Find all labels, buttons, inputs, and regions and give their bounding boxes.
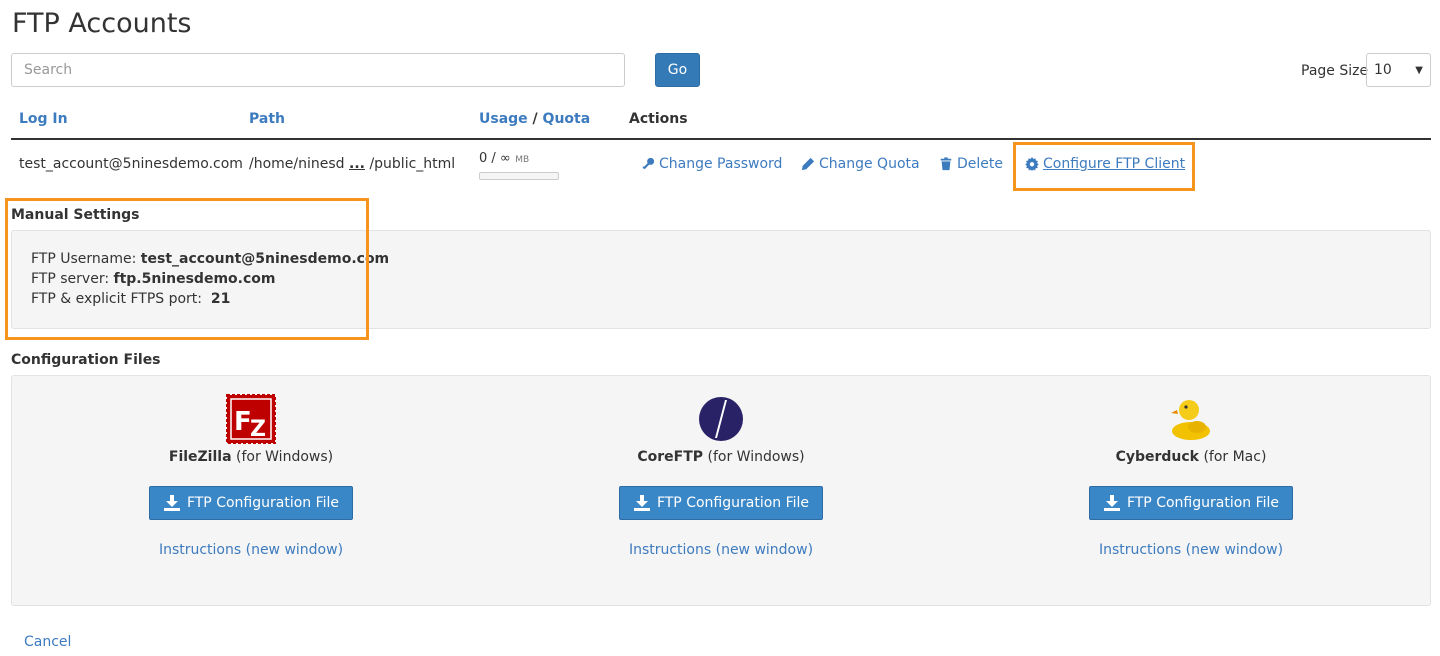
cyberduck-logo-icon	[1041, 395, 1341, 443]
client-name-cyberduck: Cyberduck (for Mac)	[1115, 449, 1267, 465]
trash-icon	[940, 157, 952, 171]
cell-login: test_account@5ninesdemo.com	[19, 156, 243, 172]
download-icon	[1103, 495, 1120, 511]
usage-value: 0 / ∞	[479, 151, 511, 166]
download-icon	[163, 495, 180, 511]
sort-usage-link[interactable]: Usage	[479, 111, 528, 127]
filezilla-config-download-button[interactable]: FTP Configuration File	[148, 486, 354, 520]
filezilla-logo-icon: F Z	[101, 394, 401, 444]
cancel-link[interactable]: Cancel	[24, 634, 71, 650]
cell-usage: 0 / ∞ MB	[479, 150, 529, 166]
column-header-login[interactable]: Log In	[19, 111, 68, 127]
cyberduck-config-download-button[interactable]: FTP Configuration File	[1088, 486, 1294, 520]
configuration-files-heading: Configuration Files	[11, 352, 161, 368]
coreftp-config-download-button[interactable]: FTP Configuration File	[618, 486, 824, 520]
usage-unit: MB	[515, 155, 530, 165]
cell-path: /home/ninesd ... /public_html	[249, 156, 455, 172]
client-filezilla: F Z FileZilla (for Windows) FTP Configur…	[101, 394, 401, 558]
highlight-box-configure	[1013, 142, 1195, 191]
pencil-icon	[801, 157, 815, 171]
column-header-usage-quota[interactable]: Usage / Quota	[479, 111, 590, 127]
delete-link[interactable]: Delete	[939, 156, 1003, 172]
client-name-coreftp: CoreFTP (for Windows)	[637, 449, 805, 465]
change-password-link[interactable]: Change Password	[641, 156, 782, 172]
svg-text:Z: Z	[250, 417, 266, 442]
caret-down-icon: ▼	[1415, 64, 1423, 76]
filezilla-instructions-link[interactable]: Instructions (new window)	[101, 542, 401, 558]
client-cyberduck: Cyberduck (for Mac) FTP Configuration Fi…	[1041, 395, 1341, 558]
go-button[interactable]: Go	[655, 53, 700, 87]
path-start: /home/ninesd	[249, 156, 345, 172]
page-size-select[interactable]: 10 ▼	[1366, 53, 1431, 87]
cyberduck-instructions-link[interactable]: Instructions (new window)	[1041, 542, 1341, 558]
page-size-label: Page Size	[1301, 63, 1369, 79]
search-input[interactable]	[11, 53, 625, 87]
usage-quota-separator: /	[532, 111, 538, 127]
usage-progress-bar	[479, 172, 559, 180]
key-icon	[642, 157, 655, 170]
coreftp-instructions-link[interactable]: Instructions (new window)	[571, 542, 871, 558]
change-quota-link[interactable]: Change Quota	[801, 156, 920, 172]
client-coreftp: CoreFTP (for Windows) FTP Configuration …	[571, 395, 871, 558]
column-header-path[interactable]: Path	[249, 111, 285, 127]
path-end: /public_html	[369, 156, 456, 172]
client-name-filezilla: FileZilla (for Windows)	[168, 449, 334, 465]
path-expand-link[interactable]: ...	[349, 156, 365, 172]
page-title: FTP Accounts	[12, 8, 192, 39]
download-icon	[633, 495, 650, 511]
sort-quota-link[interactable]: Quota	[543, 111, 591, 127]
page-size-value: 10	[1374, 62, 1392, 78]
coreftp-logo-icon	[571, 395, 871, 443]
highlight-box-manual	[5, 198, 369, 340]
header-divider	[11, 138, 1431, 140]
column-header-actions: Actions	[629, 111, 688, 127]
